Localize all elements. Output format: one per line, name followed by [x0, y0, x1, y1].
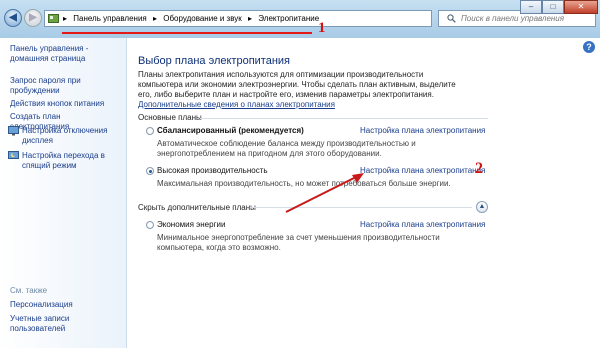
radio-balanced[interactable]	[146, 127, 154, 135]
breadcrumb-separator: ▸	[63, 14, 68, 23]
plan-name-power-saver[interactable]: Экономия энергии	[157, 220, 225, 229]
intro-more-info-link[interactable]: Дополнительные сведения о планах электро…	[138, 100, 335, 109]
intro-paragraph: Планы электропитания используются для оп…	[138, 70, 468, 110]
maximize-button[interactable]: □	[542, 0, 564, 14]
radio-power-saver[interactable]	[146, 221, 154, 229]
annotation-arrow	[285, 173, 364, 213]
breadcrumb: ▸ Панель управления ▸ Оборудование и зву…	[63, 14, 323, 23]
sleep-icon	[8, 151, 19, 159]
group-label-extra-plans[interactable]: Скрыть дополнительные планы	[138, 203, 256, 212]
close-button[interactable]: ✕	[564, 0, 598, 14]
group-label-main-plans: Основные планы	[138, 113, 202, 122]
address-bar[interactable]: ▸ Панель управления ▸ Оборудование и зву…	[44, 10, 432, 27]
left-link-power-buttons[interactable]: Действия кнопок питания	[10, 99, 120, 109]
annotation-marker-2: 2	[475, 160, 483, 177]
annotation-marker-1: 1	[318, 20, 326, 36]
page-title: Выбор плана электропитания	[138, 55, 291, 67]
minimize-button[interactable]: –	[520, 0, 542, 14]
breadcrumb-separator: ▸	[248, 14, 253, 23]
breadcrumb-separator: ▸	[152, 14, 157, 23]
back-button[interactable]: ◀	[4, 9, 22, 27]
annotation-underline	[62, 32, 312, 34]
left-link-sleep-mode[interactable]: Настройка перехода в спящий режим	[22, 151, 122, 171]
see-also-title: См. также	[10, 286, 48, 295]
plan-settings-link-balanced[interactable]: Настройка плана электропитания	[360, 126, 485, 135]
left-link-wake-password[interactable]: Запрос пароля при пробуждении	[10, 76, 120, 96]
plan-name-high-performance[interactable]: Высокая производительность	[157, 166, 268, 175]
display-icon	[8, 126, 19, 136]
plan-settings-link-power-saver[interactable]: Настройка плана электропитания	[360, 220, 485, 229]
plan-name-balanced[interactable]: Сбалансированный (рекомендуется)	[157, 126, 304, 135]
left-link-control-panel-home[interactable]: Панель управления - домашняя страница	[10, 44, 120, 64]
left-link-user-accounts[interactable]: Учетные записи пользователей	[10, 314, 110, 334]
control-panel-icon	[48, 14, 59, 23]
radio-high-performance[interactable]	[146, 167, 154, 175]
breadcrumb-control-panel[interactable]: Панель управления	[73, 14, 147, 23]
plan-settings-link-high-performance[interactable]: Настройка плана электропитания	[360, 166, 485, 175]
search-icon	[447, 14, 456, 23]
plan-desc-power-saver: Минимальное энергопотребление за счет ум…	[157, 233, 440, 252]
collapse-chevron-icon[interactable]: ▲	[476, 201, 488, 213]
left-link-personalization[interactable]: Персонализация	[10, 300, 120, 310]
intro-text: Планы электропитания используются для оп…	[138, 70, 456, 99]
plan-desc-balanced: Автоматическое соблюдение баланса между …	[157, 139, 416, 158]
left-link-display-off[interactable]: Настройка отключения дисплея	[22, 126, 122, 146]
search-placeholder: Поиск в панели управления	[461, 14, 565, 23]
forward-button[interactable]: ▶	[24, 9, 42, 27]
group-divider	[200, 118, 488, 119]
breadcrumb-hardware-sound[interactable]: Оборудование и звук	[163, 14, 242, 23]
breadcrumb-power-options[interactable]: Электропитание	[258, 14, 319, 23]
help-icon[interactable]: ?	[583, 41, 595, 53]
